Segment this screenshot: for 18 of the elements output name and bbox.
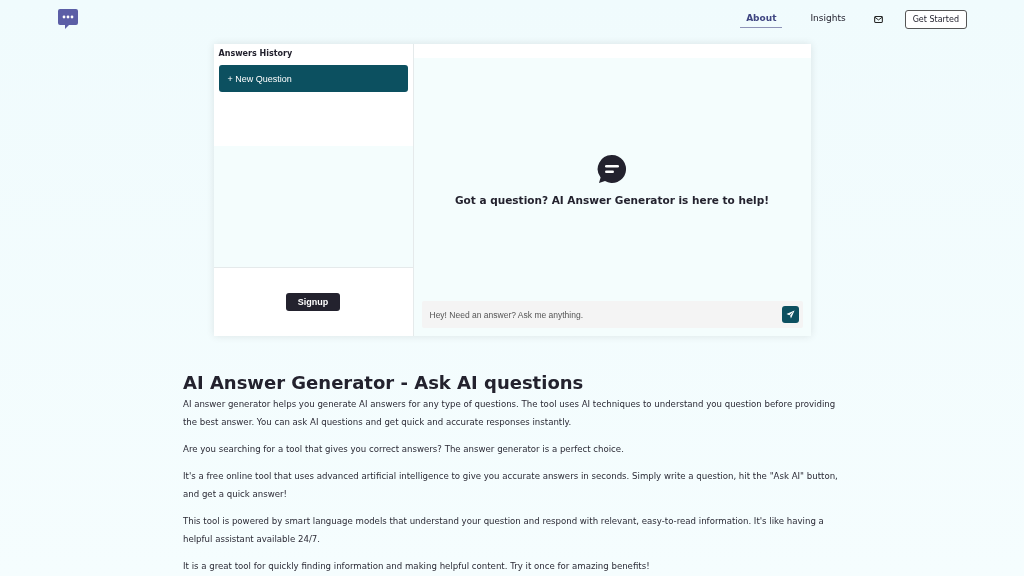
question-input[interactable]: Hey! Need an answer? Ask me anything.: [421, 301, 803, 328]
mail-icon[interactable]: [873, 15, 883, 23]
empty-state-message: Got a question? AI Answer Generator is here to help!: [455, 193, 769, 206]
sidebar-title: Answers History: [218, 49, 294, 58]
new-question-button[interactable]: + New Question: [218, 65, 408, 92]
nav-link[interactable]: About: [740, 10, 783, 28]
get-started-button[interactable]: Get Started: [904, 9, 967, 29]
chat-message-icon: [597, 153, 627, 184]
article-paragraph: It is a great tool for quickly finding information and making helpful content. Try it once for amazing benefits!: [183, 560, 651, 573]
article-paragraph: It's a free online tool that uses advanced artificial intelligence to give you accurate answers in seconds. Simply write a question, hit the "Ask AI" button, and get a quick answer!: [183, 470, 839, 501]
article-paragraph: This tool is powered by smart language models that understand your question and respond with relevant, easy-to-read information. It's like having a helpful assistant available 24/7.: [183, 515, 825, 546]
nav-link[interactable]: Insights: [804, 10, 852, 28]
send-icon: [785, 310, 795, 319]
article-paragraph: Are you searching for a tool that gives you correct answers? The answer generator is a perfect choice.: [183, 443, 625, 456]
article-paragraph: AI answer generator helps you generate AI answers for any type of questions. The tool uses AI techniques to understand you question before providing the best answer. You can ask AI questions and get quick and accurate responses instantly.: [183, 398, 837, 429]
signup-button[interactable]: Signup: [285, 293, 341, 311]
article-heading: AI Answer Generator - Ask AI questions: [183, 372, 585, 393]
chat-bubble-logo[interactable]: [57, 8, 79, 30]
